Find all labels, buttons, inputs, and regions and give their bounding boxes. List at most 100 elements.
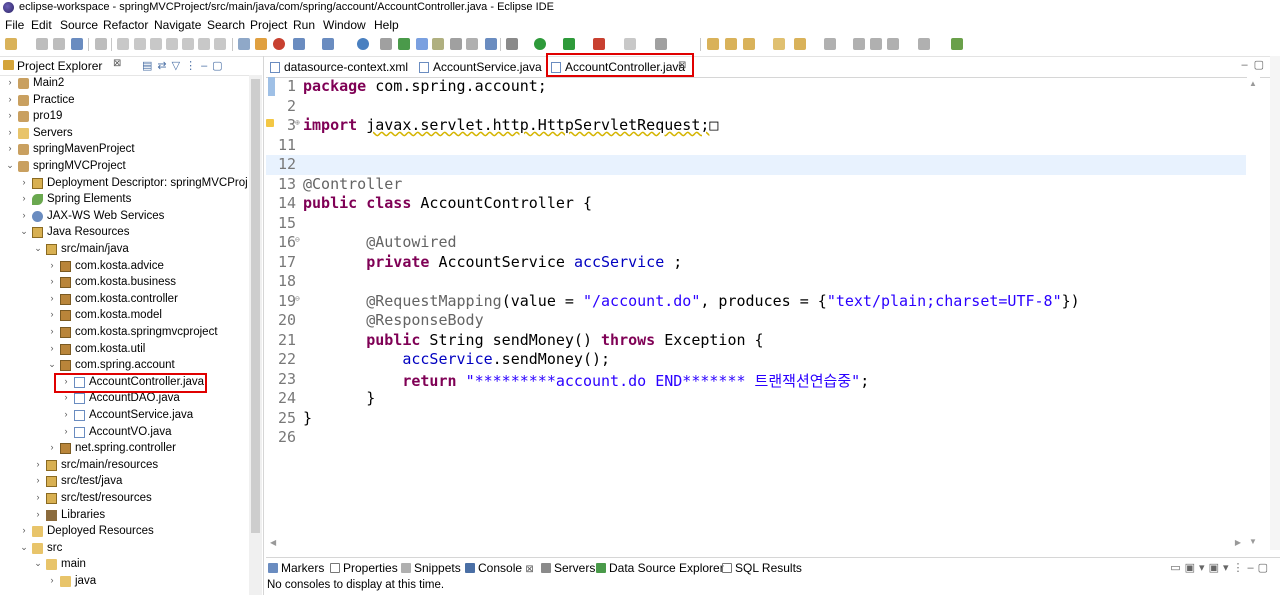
- chevron-right-icon[interactable]: ›: [19, 193, 29, 203]
- external-tools-icon[interactable]: [593, 38, 605, 50]
- code-line[interactable]: 11: [266, 136, 1246, 156]
- chevron-down-icon[interactable]: ⌄: [47, 359, 57, 370]
- code-line[interactable]: 22 accService.sendMoney();: [266, 350, 1246, 370]
- menu-refactor[interactable]: Refactor: [103, 18, 148, 32]
- new-class-icon[interactable]: [743, 38, 755, 50]
- chevron-right-icon[interactable]: ›: [47, 575, 57, 585]
- task-list-icon[interactable]: [238, 38, 250, 50]
- editor-min-max-icons[interactable]: –▢: [1241, 58, 1270, 71]
- chevron-right-icon[interactable]: ›: [19, 525, 29, 535]
- stop-icon[interactable]: [624, 38, 636, 50]
- tab-console[interactable]: Console ⊠: [465, 561, 534, 575]
- editor-horizontal-scrollbar[interactable]: ◀ ▶: [266, 538, 1247, 550]
- chevron-right-icon[interactable]: ›: [47, 276, 57, 286]
- resume-icon[interactable]: [117, 38, 129, 50]
- code-line[interactable]: 26: [266, 428, 1246, 448]
- chevron-right-icon[interactable]: ›: [5, 77, 15, 87]
- code-line[interactable]: 12: [266, 155, 1246, 175]
- next-annotation-icon[interactable]: [824, 38, 836, 50]
- code-line[interactable]: 21 public String sendMoney() throws Exce…: [266, 331, 1246, 351]
- view-toolbar-icons[interactable]: ▤⇄▽⋮–▢: [142, 59, 228, 72]
- menu-help[interactable]: Help: [374, 18, 399, 32]
- warning-icon[interactable]: [266, 119, 274, 127]
- chevron-right-icon[interactable]: ›: [47, 260, 57, 270]
- code-line[interactable]: 25}: [266, 409, 1246, 429]
- menu-window[interactable]: Window: [323, 18, 366, 32]
- coverage-icon[interactable]: [563, 38, 575, 50]
- chevron-right-icon[interactable]: ›: [47, 293, 57, 303]
- chevron-right-icon[interactable]: ›: [47, 442, 57, 452]
- menu-run[interactable]: Run: [293, 18, 315, 32]
- open-task-icon[interactable]: [398, 38, 410, 50]
- project-explorer-tab[interactable]: Project Explorer ⊠ ▤⇄▽⋮–▢: [0, 56, 262, 76]
- close-icon[interactable]: ⊠: [113, 58, 121, 69]
- chevron-down-icon[interactable]: ⌄: [33, 243, 43, 254]
- suspend-icon[interactable]: [134, 38, 146, 50]
- code-line[interactable]: 15: [266, 214, 1246, 234]
- chevron-right-icon[interactable]: ›: [19, 177, 29, 187]
- perspective-icon[interactable]: [951, 38, 963, 50]
- tab-accountservice-java[interactable]: AccountService.java: [415, 58, 545, 76]
- web-browser-icon[interactable]: [322, 38, 334, 50]
- scroll-down-icon[interactable]: ▼: [1249, 537, 1257, 546]
- annotation-icon[interactable]: [794, 38, 806, 50]
- debug-server-icon[interactable]: [255, 38, 267, 50]
- code-line[interactable]: 17 private AccountService accService ;: [266, 253, 1246, 273]
- scroll-left-icon[interactable]: ◀: [270, 538, 276, 547]
- step-into-icon[interactable]: [182, 38, 194, 50]
- menu-source[interactable]: Source: [60, 18, 98, 32]
- step-return-icon[interactable]: [214, 38, 226, 50]
- code-line[interactable]: 24 }: [266, 389, 1246, 409]
- last-edit-icon[interactable]: [870, 38, 882, 50]
- sql-icon[interactable]: [485, 38, 497, 50]
- debug-icon[interactable]: [506, 38, 518, 50]
- open-console-icon[interactable]: [655, 38, 667, 50]
- chevron-right-icon[interactable]: ›: [47, 309, 57, 319]
- chevron-down-icon[interactable]: ⌄: [19, 542, 29, 553]
- code-line[interactable]: 13 @Controller: [266, 175, 1246, 195]
- scroll-up-icon[interactable]: ▲: [1249, 79, 1257, 88]
- chevron-right-icon[interactable]: ›: [33, 509, 43, 519]
- save-all-icon[interactable]: [53, 38, 65, 50]
- refresh-icon[interactable]: [273, 38, 285, 50]
- back-icon[interactable]: [887, 38, 899, 50]
- menu-file[interactable]: File: [5, 18, 24, 32]
- run-icon[interactable]: [534, 38, 546, 50]
- tab-data-source-explorer[interactable]: Data Source Explorer: [596, 561, 724, 575]
- previous-annotation-icon[interactable]: [853, 38, 865, 50]
- open-folder-icon[interactable]: [773, 38, 785, 50]
- menu-navigate[interactable]: Navigate: [154, 18, 201, 32]
- new-java-project-icon[interactable]: [707, 38, 719, 50]
- menu-search[interactable]: Search: [207, 18, 245, 32]
- scroll-right-icon[interactable]: ▶: [1235, 538, 1241, 547]
- chevron-right-icon[interactable]: ›: [19, 210, 29, 220]
- code-line[interactable]: 20 @ResponseBody: [266, 311, 1246, 331]
- chevron-down-icon[interactable]: ⌄: [19, 226, 29, 237]
- forward-icon[interactable]: [918, 38, 930, 50]
- code-line[interactable]: 19 ⊖ @RequestMapping(value = "/account.do…: [266, 292, 1246, 312]
- tab-sql-results[interactable]: SQL Results: [722, 561, 802, 575]
- collapse-fold-icon[interactable]: ⊖: [295, 235, 300, 244]
- chevron-right-icon[interactable]: ›: [47, 343, 57, 353]
- word-wrap-icon[interactable]: [450, 38, 462, 50]
- code-line[interactable]: 14 public class AccountController {: [266, 194, 1246, 214]
- tab-markers[interactable]: Markers: [268, 561, 324, 575]
- chevron-right-icon[interactable]: ›: [61, 426, 71, 436]
- chevron-down-icon[interactable]: ⌄: [33, 558, 43, 569]
- console-toolbar-icons[interactable]: ▭▣▾▣▾⋮–▢: [1170, 561, 1272, 574]
- mark-occurrences-icon[interactable]: [416, 38, 428, 50]
- menu-project[interactable]: Project: [250, 18, 287, 32]
- menu-edit[interactable]: Edit: [31, 18, 52, 32]
- code-line[interactable]: 3 ⊕ import javax.servlet.http.HttpServletR…: [266, 116, 1246, 136]
- new-package-icon[interactable]: [725, 38, 737, 50]
- close-icon[interactable]: ⊠: [525, 564, 533, 575]
- skip-breakpoints-icon[interactable]: [95, 38, 107, 50]
- toggle-block-icon[interactable]: [432, 38, 444, 50]
- tab-properties[interactable]: Properties: [330, 561, 398, 575]
- tab-snippets[interactable]: Snippets: [401, 561, 461, 575]
- chevron-right-icon[interactable]: ›: [5, 127, 15, 137]
- open-server-icon[interactable]: [293, 38, 305, 50]
- code-line[interactable]: 23 return "*********account.do END******…: [266, 370, 1246, 390]
- print-icon[interactable]: [71, 38, 83, 50]
- code-line[interactable]: 1 package com.spring.account;: [266, 77, 1246, 97]
